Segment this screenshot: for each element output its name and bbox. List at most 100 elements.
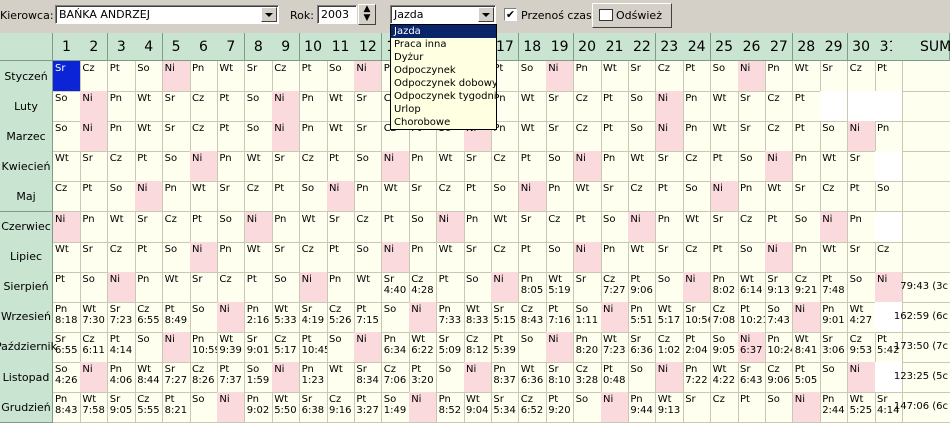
day-cell[interactable]: Wt <box>135 121 164 153</box>
day-cell[interactable]: Ni <box>546 331 575 363</box>
day-cell[interactable]: Cz <box>354 211 383 243</box>
year-input[interactable]: 2003 <box>317 5 357 24</box>
day-cell[interactable]: Pn <box>272 211 301 243</box>
day-cell[interactable]: So <box>655 271 684 303</box>
day-cell[interactable]: Pn <box>299 121 328 153</box>
day-cell[interactable]: Pt <box>655 181 684 213</box>
day-cell[interactable]: So <box>573 392 602 423</box>
day-cell[interactable]: Cz 9:06 <box>765 362 794 394</box>
month-label[interactable]: Listopad <box>0 362 53 394</box>
day-cell[interactable]: Sr 7:27 <box>162 362 191 394</box>
day-cell[interactable]: Sr <box>53 61 81 93</box>
day-cell[interactable]: Pn <box>464 211 492 243</box>
day-cell[interactable]: Pt <box>573 211 602 243</box>
day-cell[interactable]: Sr <box>792 181 821 213</box>
day-cell[interactable]: Wt <box>518 121 547 153</box>
day-cell[interactable]: So 9:05 <box>710 331 739 363</box>
day-cell[interactable]: Ni <box>53 211 81 243</box>
day-cell[interactable]: Cz <box>53 181 81 213</box>
day-cell[interactable]: Pt <box>436 271 465 303</box>
day-cell[interactable]: So <box>820 362 849 394</box>
day-cell[interactable]: Wt <box>792 61 821 93</box>
day-cell[interactable]: Ni <box>573 241 602 273</box>
day-cell[interactable]: Wt <box>820 151 849 183</box>
dropdown-option[interactable]: Urlop <box>391 103 496 116</box>
day-cell[interactable]: Ni <box>217 392 246 423</box>
day-cell[interactable]: Sr <box>80 241 109 273</box>
day-cell[interactable]: Pt <box>601 121 629 153</box>
day-cell[interactable]: Pt 7:37 <box>217 362 246 394</box>
day-cell[interactable]: Ni <box>244 211 273 243</box>
refresh-button[interactable]: Odśwież <box>592 3 672 28</box>
day-cell[interactable]: Pt 9:06 <box>628 271 657 303</box>
day-cell[interactable]: Wt <box>628 241 657 273</box>
day-cell[interactable]: Sr 8:34 <box>354 362 383 394</box>
day-cell[interactable]: So <box>162 241 191 273</box>
day-header[interactable]: 30 <box>847 33 876 61</box>
day-cell[interactable]: Pt 7:16 <box>546 301 575 333</box>
month-label[interactable]: Grudzień <box>0 392 53 423</box>
transfer-checkbox[interactable]: ✔ <box>504 8 517 21</box>
day-cell[interactable]: Ni <box>409 301 438 333</box>
day-cell[interactable]: Ni <box>601 392 629 423</box>
day-cell[interactable]: Pt <box>518 241 547 273</box>
day-header[interactable]: 8 <box>244 33 273 61</box>
day-cell[interactable]: Pn 8:20 <box>573 331 602 363</box>
day-cell[interactable]: Pn 9:44 <box>628 392 657 423</box>
day-cell[interactable]: Cz 6:55 <box>135 301 164 333</box>
day-cell[interactable]: So <box>80 271 109 303</box>
day-cell[interactable]: Wt <box>327 91 355 123</box>
day-cell[interactable]: So <box>628 91 657 123</box>
day-cell[interactable]: Cz 9:53 <box>847 331 876 363</box>
day-cell[interactable]: Pt <box>847 181 876 213</box>
day-cell[interactable]: So <box>327 331 355 363</box>
day-cell[interactable]: Pn <box>683 121 712 153</box>
day-cell[interactable]: Pn <box>847 211 876 243</box>
day-cell[interactable]: Pt <box>53 271 81 303</box>
day-cell[interactable]: Ni <box>354 61 383 93</box>
day-cell[interactable]: Cz <box>244 181 273 213</box>
day-cell[interactable]: Pt <box>792 121 821 153</box>
day-header[interactable]: 18 <box>518 33 547 61</box>
day-header[interactable]: 6 <box>190 33 218 61</box>
day-cell[interactable]: Wt <box>135 91 164 123</box>
day-cell[interactable]: Pn <box>655 211 684 243</box>
day-cell[interactable]: Sr 4:40 <box>381 271 410 303</box>
day-cell[interactable]: So <box>381 301 410 333</box>
day-cell[interactable]: Cz 7:27 <box>601 271 629 303</box>
day-cell[interactable]: Wt 7:23 <box>601 331 629 363</box>
day-cell[interactable]: Ni <box>162 331 191 363</box>
day-cell[interactable]: So <box>53 121 81 153</box>
day-cell[interactable]: Sr <box>217 181 246 213</box>
day-cell[interactable]: Wt <box>244 241 273 273</box>
day-cell[interactable]: Pt <box>327 151 355 183</box>
day-cell[interactable]: Ni <box>272 121 301 153</box>
day-cell[interactable]: Sr 6:43 <box>738 362 766 394</box>
day-header[interactable]: 27 <box>765 33 794 61</box>
day-cell[interactable]: Pt 10:45 <box>299 331 328 363</box>
day-cell[interactable]: So <box>847 271 876 303</box>
day-cell[interactable]: Wt <box>354 271 383 303</box>
day-cell[interactable]: So <box>601 211 629 243</box>
day-cell[interactable]: Sr <box>135 211 164 243</box>
day-cell[interactable]: So <box>491 181 520 213</box>
day-cell[interactable]: So 1:49 <box>381 392 410 423</box>
dropdown-option[interactable]: Praca inna <box>391 38 496 51</box>
day-cell[interactable]: Ni <box>217 301 246 333</box>
day-cell[interactable]: Pt <box>217 91 246 123</box>
day-cell[interactable]: Sr 6:55 <box>53 331 81 363</box>
dropdown-option[interactable]: Odpoczynek dobowy <box>391 77 496 90</box>
day-cell[interactable]: Cz <box>765 91 794 123</box>
day-cell[interactable]: Pt <box>299 61 328 93</box>
day-cell[interactable]: Cz <box>683 241 712 273</box>
day-cell[interactable]: Wt <box>327 362 355 394</box>
month-label[interactable]: Sierpień <box>0 271 53 303</box>
day-cell[interactable]: Cz 8:43 <box>518 301 547 333</box>
day-cell[interactable]: Pn <box>107 91 136 123</box>
day-cell[interactable]: Wt 8:33 <box>464 301 492 333</box>
day-cell[interactable]: Sr <box>546 121 575 153</box>
day-cell[interactable]: Wt <box>573 181 602 213</box>
day-cell[interactable]: Wt <box>299 211 328 243</box>
day-cell[interactable]: So <box>710 61 739 93</box>
day-cell[interactable]: Wt <box>683 211 712 243</box>
